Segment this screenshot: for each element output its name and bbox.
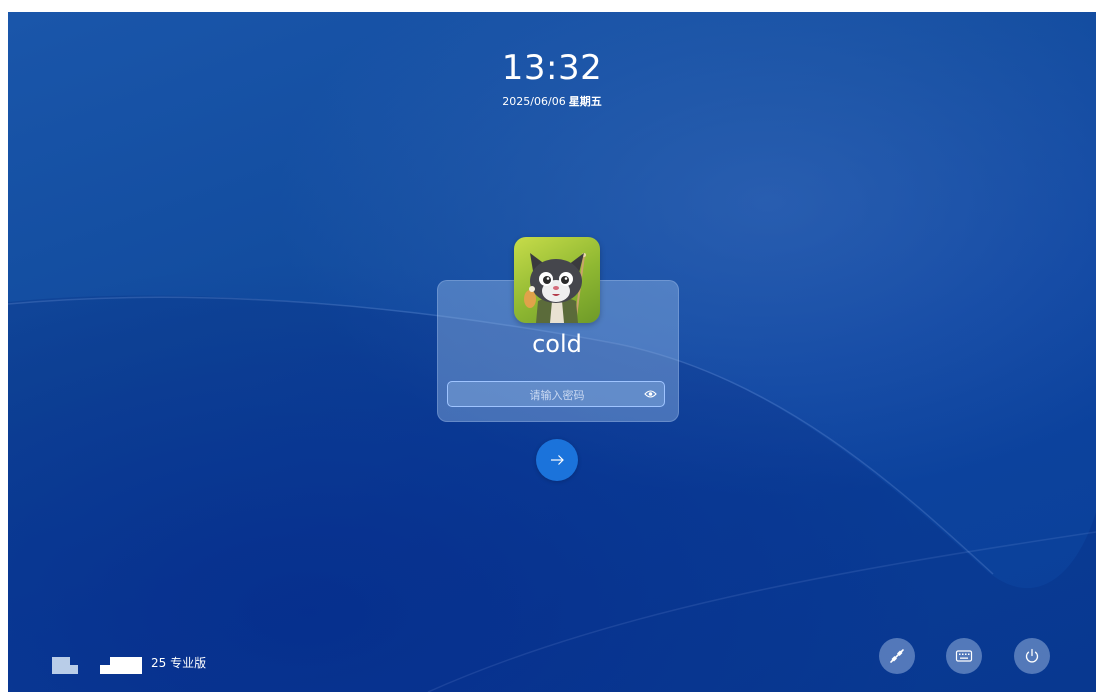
password-placeholder: 请输入密码 bbox=[529, 389, 585, 402]
network-button[interactable] bbox=[879, 638, 915, 674]
keyboard-icon bbox=[955, 650, 973, 662]
power-button[interactable] bbox=[1014, 638, 1050, 674]
virtual-keyboard-button[interactable] bbox=[946, 638, 982, 674]
power-icon bbox=[1025, 648, 1039, 663]
clock-date: 2025/06/06 星期五 bbox=[8, 93, 1096, 109]
date-text: 2025/06/06 bbox=[502, 95, 566, 108]
cartoon-cat-avatar bbox=[524, 253, 586, 323]
network-icon bbox=[890, 649, 904, 663]
lock-screen: 13:32 2025/06/06 星期五 cold 请输入密码 25 专业版 bbox=[8, 12, 1096, 692]
version-label: 25 专业版 bbox=[151, 656, 207, 670]
os-logo bbox=[52, 657, 142, 674]
user-avatar bbox=[514, 237, 600, 323]
login-submit-button[interactable] bbox=[536, 439, 578, 481]
arrow-right-icon bbox=[551, 455, 564, 465]
weekday-text: 星期五 bbox=[568, 95, 602, 108]
eye-icon[interactable] bbox=[644, 388, 657, 400]
username: cold bbox=[532, 330, 582, 358]
password-input[interactable]: 请输入密码 bbox=[447, 381, 665, 407]
clock-time: 13:32 bbox=[501, 48, 603, 88]
